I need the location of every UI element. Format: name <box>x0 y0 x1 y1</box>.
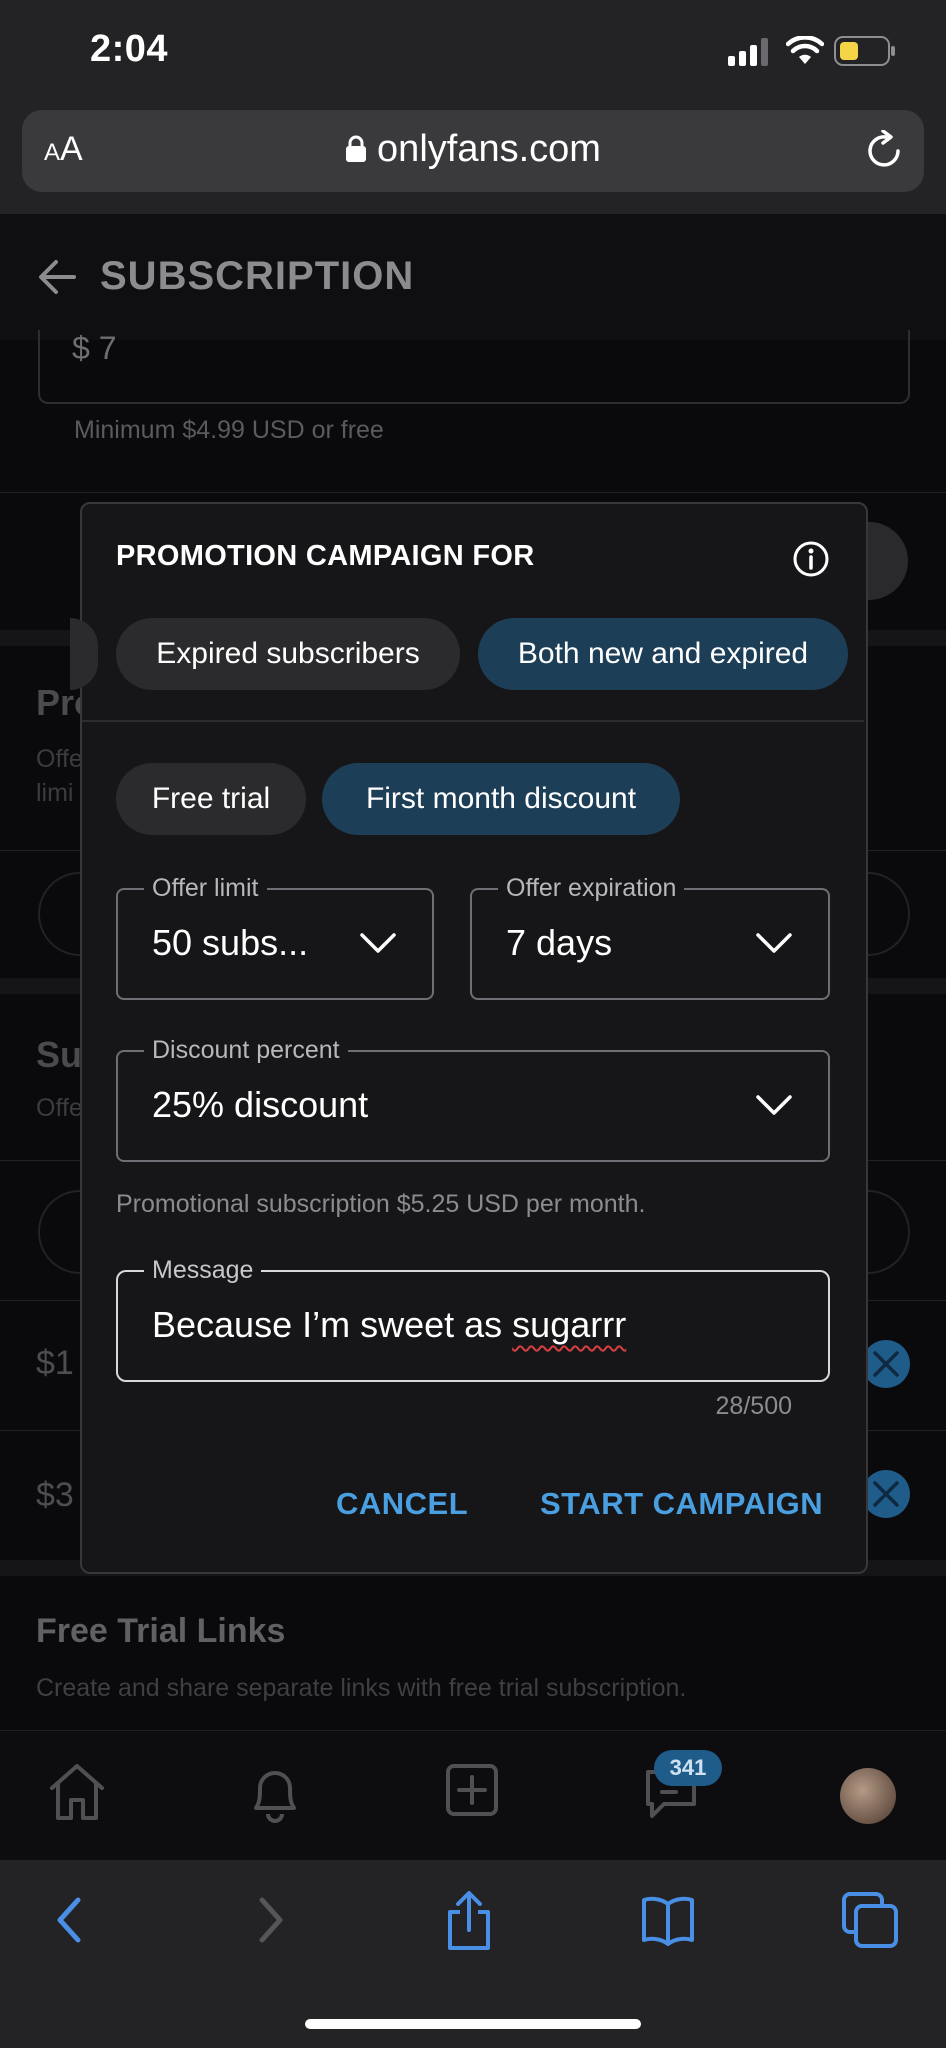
lock-icon <box>346 135 367 162</box>
character-counter: 28/500 <box>715 1392 792 1420</box>
bundle-price: $1 <box>36 1344 74 1382</box>
battery-icon <box>834 36 896 71</box>
type-chip-first-month-discount[interactable]: First month discount <box>322 763 680 835</box>
discount-percent-value: 25% discount <box>152 1084 369 1125</box>
type-chip-free-trial[interactable]: Free trial <box>116 763 306 835</box>
offer-expiration-label: Offer expiration <box>498 874 685 903</box>
start-campaign-button[interactable]: START CAMPAIGN <box>540 1486 823 1522</box>
chevron-down-icon <box>754 1092 794 1123</box>
promotional-price-note: Promotional subscription $5.25 USD per m… <box>116 1190 646 1218</box>
reload-icon[interactable] <box>866 129 906 177</box>
message-label: Message <box>144 1256 262 1285</box>
chevron-down-icon <box>358 930 398 961</box>
offer-limit-value: 50 subs... <box>152 922 309 963</box>
audience-chip-expired[interactable]: Expired subscribers <box>116 618 460 690</box>
add-post-icon[interactable] <box>444 1762 500 1823</box>
misspelled-word: sugarrr <box>512 1304 627 1345</box>
price-value: $ 7 <box>72 330 117 366</box>
share-icon[interactable] <box>444 1890 494 1957</box>
section-text-promotions: Offe limi <box>36 745 83 807</box>
signal-icon <box>728 38 770 71</box>
messages-badge: 341 <box>654 1750 722 1786</box>
remove-bundle-button[interactable] <box>862 1470 910 1518</box>
info-icon[interactable] <box>792 540 830 583</box>
home-indicator <box>305 2019 641 2029</box>
discount-percent-label: Discount percent <box>144 1036 348 1065</box>
home-icon[interactable] <box>46 1762 108 1827</box>
page-title: SUBSCRIPTION <box>100 254 415 298</box>
dialog-divider <box>82 720 864 722</box>
offer-expiration-value: 7 days <box>506 922 613 963</box>
divider <box>0 492 946 493</box>
url-text[interactable]: onlyfans.com <box>0 128 946 171</box>
message-value[interactable]: Because I’m sweet as sugarrr <box>152 1304 626 1346</box>
bookmarks-icon[interactable] <box>640 1890 696 1955</box>
chevron-down-icon <box>754 930 794 961</box>
remove-bundle-button[interactable] <box>862 1340 910 1388</box>
section-text-subscription: Offe <box>36 1094 83 1122</box>
back-arrow-icon[interactable] <box>36 256 78 303</box>
audience-chip-both[interactable]: Both new and expired <box>478 618 848 690</box>
browser-forward-icon[interactable] <box>250 1890 290 1955</box>
offer-limit-label: Offer limit <box>144 874 267 903</box>
section-title-subscription: Su <box>36 1034 83 1075</box>
status-time: 2:04 <box>90 28 169 70</box>
avatar[interactable] <box>840 1768 896 1824</box>
free-trial-links-title: Free Trial Links <box>36 1612 286 1650</box>
free-trial-links-text: Create and share separate links with fre… <box>36 1674 687 1702</box>
wifi-icon <box>785 35 825 71</box>
url-label: onlyfans.com <box>377 128 601 170</box>
cancel-button[interactable]: CANCEL <box>336 1486 468 1522</box>
tabs-icon[interactable] <box>840 1890 900 1955</box>
bell-icon[interactable] <box>244 1762 306 1829</box>
browser-back-icon[interactable] <box>50 1890 90 1955</box>
price-hint: Minimum $4.99 USD or free <box>74 416 384 444</box>
bundle-price: $3 <box>36 1476 74 1514</box>
price-input[interactable] <box>38 330 910 404</box>
dialog-title: PROMOTION CAMPAIGN FOR <box>116 540 535 572</box>
